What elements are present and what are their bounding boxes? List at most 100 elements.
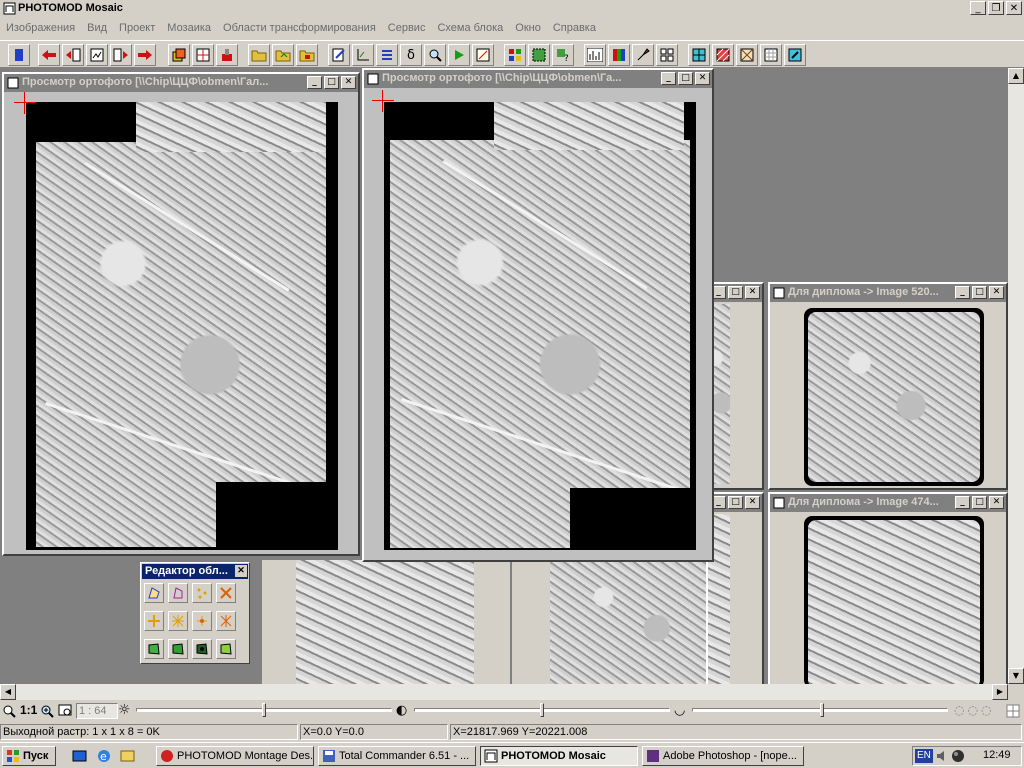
layers-icon[interactable]	[168, 44, 190, 66]
delta-icon[interactable]: δ	[400, 44, 422, 66]
zoom-one-to-one-button[interactable]: 1:1	[20, 703, 37, 717]
zoom-in-icon[interactable]	[40, 704, 54, 718]
volume-icon[interactable]	[935, 749, 949, 763]
color-balance-icon[interactable]	[608, 44, 630, 66]
window-titlebar[interactable]: Для диплома -> Image 474... _ □ ✕	[770, 494, 1006, 512]
menu-view[interactable]: Вид	[81, 18, 113, 38]
zoom-scale-field[interactable]: 1 : 64	[76, 703, 118, 719]
export-right-icon[interactable]	[110, 44, 132, 66]
image-window-hidden-top[interactable]: _ □ ✕	[706, 282, 764, 490]
import-left-icon[interactable]	[62, 44, 84, 66]
brush-tool-icon[interactable]	[632, 44, 654, 66]
mosaic-tiles-icon[interactable]	[504, 44, 526, 66]
maximize-button[interactable]: □	[972, 286, 987, 299]
vertex-delete-icon[interactable]	[216, 611, 236, 631]
app-restore-button[interactable]: ❐	[988, 1, 1004, 15]
vertex-add-icon[interactable]	[144, 611, 164, 631]
arrow-left-icon[interactable]	[38, 44, 60, 66]
folder-save-icon[interactable]	[296, 44, 318, 66]
polygon-add-icon[interactable]	[144, 583, 164, 603]
close-button[interactable]: ✕	[341, 76, 356, 89]
tile-cyan-icon[interactable]	[688, 44, 710, 66]
palette-titlebar[interactable]: Редактор обл... ✕	[142, 564, 248, 579]
show-desktop-icon[interactable]	[72, 749, 88, 763]
vertex-move-icon[interactable]	[168, 611, 188, 631]
scroll-up-button[interactable]: ▲	[1008, 68, 1024, 84]
maximize-button[interactable]: □	[972, 496, 987, 509]
ortho-view-window-2[interactable]: Просмотр ортофото [\\Chip\ЦЦФ\obmen\Га..…	[362, 68, 714, 562]
minimize-button[interactable]: _	[955, 496, 970, 509]
maximize-button[interactable]: □	[728, 496, 743, 509]
windows-grid-icon[interactable]	[656, 44, 678, 66]
region-green-icon[interactable]	[144, 639, 164, 659]
start-button[interactable]: Пуск	[2, 746, 56, 766]
internet-explorer-icon[interactable]: e	[96, 748, 112, 764]
palette-close-button[interactable]: ✕	[235, 565, 247, 577]
menu-mosaic[interactable]: Мозаика	[161, 18, 217, 38]
help-cursor-icon[interactable]: ?	[552, 44, 574, 66]
scroll-down-button[interactable]: ▼	[1008, 668, 1024, 684]
gamma-slider-thumb[interactable]	[820, 703, 824, 717]
zoom-window-icon[interactable]	[58, 704, 74, 718]
region-dark-icon[interactable]	[192, 639, 212, 659]
globe-icon[interactable]	[951, 749, 965, 763]
region-editor-palette[interactable]: Редактор обл... ✕	[140, 562, 250, 664]
play-icon[interactable]	[448, 44, 470, 66]
grid-edit-icon[interactable]	[192, 44, 214, 66]
maximize-button[interactable]: □	[678, 72, 693, 85]
maximize-button[interactable]: □	[728, 286, 743, 299]
vertex-insert-icon[interactable]	[192, 611, 212, 631]
task-total-commander[interactable]: Total Commander 6.51 - ...	[318, 746, 476, 766]
menu-block-scheme[interactable]: Схема блока	[431, 18, 509, 38]
hatch-grid-icon[interactable]	[736, 44, 758, 66]
close-button[interactable]: ✕	[745, 496, 760, 509]
ortho-view-window-1[interactable]: Просмотр ортофото [\\Chip\ЦЦФ\obmen\Гал.…	[2, 72, 360, 556]
image-window-bottom-left[interactable]	[262, 560, 510, 684]
horizontal-scrollbar[interactable]: ◀ ▶	[0, 684, 1008, 700]
region-green2-icon[interactable]	[168, 639, 188, 659]
grid-toggle-icon[interactable]	[1006, 704, 1020, 718]
histogram-icon[interactable]	[584, 44, 606, 66]
folder-open-icon[interactable]	[248, 44, 270, 66]
diploma-image-window-1[interactable]: Для диплома -> Image 520... _ □ ✕	[768, 282, 1008, 490]
maximize-button[interactable]: □	[324, 76, 339, 89]
task-adobe-photoshop[interactable]: Adobe Photoshop - [nope...	[642, 746, 804, 766]
minimize-button[interactable]: _	[955, 286, 970, 299]
close-button[interactable]: ✕	[989, 496, 1004, 509]
scroll-right-button[interactable]: ▶	[992, 684, 1008, 700]
vertical-scrollbar[interactable]: ▲ ▼	[1008, 68, 1024, 684]
ortho-canvas[interactable]	[4, 92, 358, 554]
region-yellow-icon[interactable]	[216, 639, 236, 659]
close-button[interactable]: ✕	[695, 72, 710, 85]
menu-service[interactable]: Сервис	[382, 18, 432, 38]
diploma-image-window-2[interactable]: Для диплома -> Image 474... _ □ ✕	[768, 492, 1008, 686]
points-icon[interactable]	[192, 583, 212, 603]
scroll-left-button[interactable]: ◀	[0, 684, 16, 700]
refresh-map-icon[interactable]	[784, 44, 806, 66]
app-minimize-button[interactable]: _	[970, 1, 986, 15]
menu-project[interactable]: Проект	[113, 18, 161, 38]
list-icon[interactable]	[376, 44, 398, 66]
stamp-icon[interactable]	[216, 44, 238, 66]
task-photomod-mosaic[interactable]: PHOTOMOD Mosaic	[480, 746, 638, 766]
image-window-hidden-bottom[interactable]: _ □ ✕	[706, 492, 764, 686]
task-photomod-montage[interactable]: PHOTOMOD Montage Des...	[156, 746, 314, 766]
menu-window[interactable]: Окно	[509, 18, 547, 38]
window-titlebar[interactable]: Просмотр ортофото [\\Chip\ЦЦФ\obmen\Га..…	[364, 70, 712, 88]
reset-adjustments-icon[interactable]: ◌◌◌	[954, 703, 994, 717]
window-titlebar[interactable]: Для диплома -> Image 520... _ □ ✕	[770, 284, 1006, 302]
close-button[interactable]: ✕	[989, 286, 1004, 299]
hatch-pattern-icon[interactable]	[760, 44, 782, 66]
select-area-icon[interactable]	[528, 44, 550, 66]
minimize-button[interactable]: _	[307, 76, 322, 89]
delete-cross-icon[interactable]	[216, 583, 236, 603]
folder-arrow-icon[interactable]	[272, 44, 294, 66]
menu-help[interactable]: Справка	[547, 18, 602, 38]
polygon-edit-icon[interactable]	[168, 583, 188, 603]
menu-transform-areas[interactable]: Области трансформирования	[217, 18, 382, 38]
zoom-out-icon[interactable]	[2, 704, 16, 718]
window-titlebar[interactable]: Просмотр ортофото [\\Chip\ЦЦФ\obmen\Гал.…	[4, 74, 358, 92]
search-icon[interactable]	[424, 44, 446, 66]
brightness-slider-thumb[interactable]	[262, 703, 266, 717]
image-open-icon[interactable]	[86, 44, 108, 66]
